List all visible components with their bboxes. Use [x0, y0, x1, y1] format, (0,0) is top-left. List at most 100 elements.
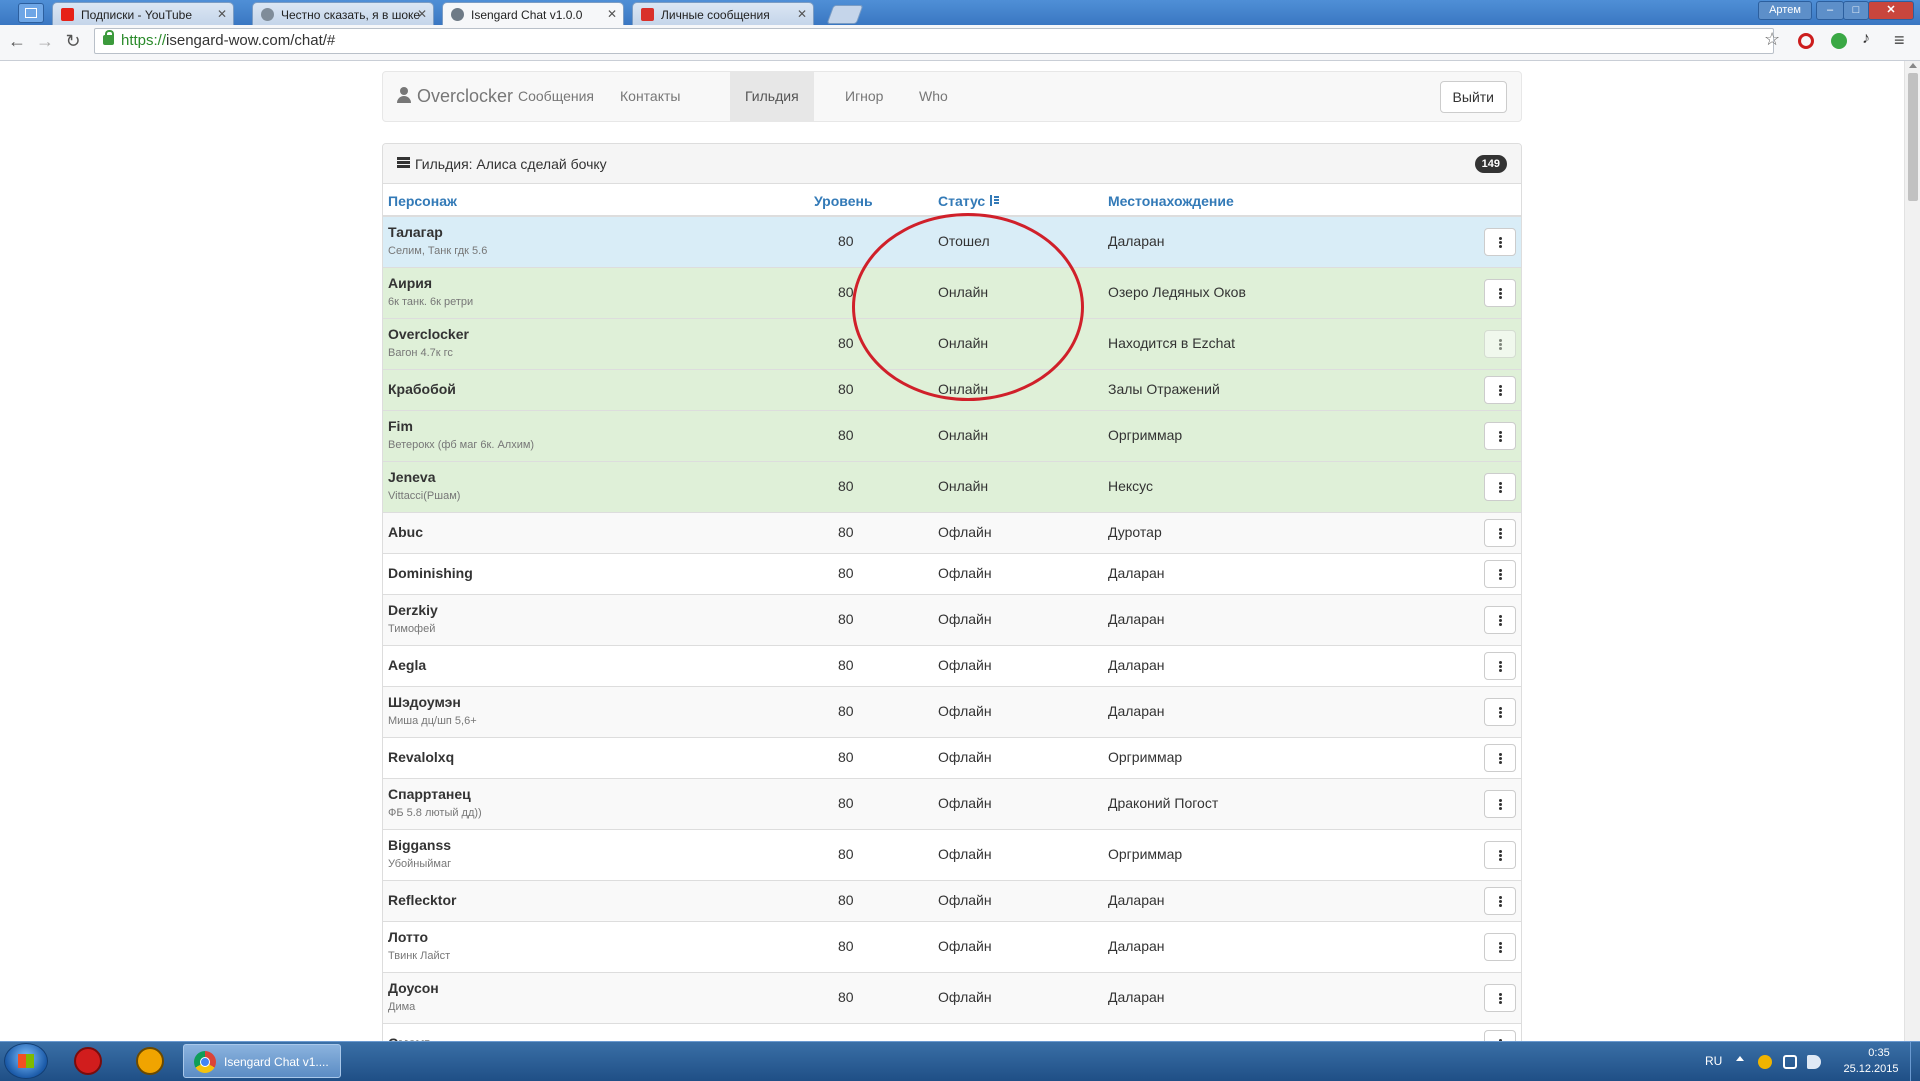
profile-button[interactable]: Артем — [1758, 1, 1812, 20]
opera-taskbar-icon[interactable] — [74, 1047, 102, 1075]
member-level: 80 — [838, 611, 854, 627]
tray-expand-icon[interactable] — [1736, 1056, 1744, 1061]
close-icon[interactable]: ✕ — [797, 7, 807, 21]
bookmark-star-icon[interactable]: ☆ — [1764, 29, 1780, 50]
panel-title: Гильдия: Алиса сделай бочку — [415, 156, 607, 172]
music-extension-icon[interactable]: ♪ — [1862, 30, 1878, 47]
row-actions-button[interactable] — [1484, 652, 1516, 680]
green-extension-icon[interactable] — [1831, 33, 1847, 49]
forward-arrow-icon[interactable]: → — [34, 31, 56, 52]
column-header-status[interactable]: Статус — [938, 193, 1000, 209]
row-actions-button[interactable] — [1484, 887, 1516, 915]
column-header-location[interactable]: Местонахождение — [1108, 193, 1234, 209]
tray-app-icon[interactable] — [1758, 1055, 1772, 1069]
clock-time[interactable]: 0:35 — [1854, 1047, 1904, 1059]
maximize-button[interactable]: □ — [1843, 1, 1869, 20]
row-actions-button[interactable] — [1484, 933, 1516, 961]
row-actions-button[interactable] — [1484, 1030, 1516, 1041]
nav-item-who[interactable]: Who — [904, 72, 963, 121]
member-name: Abuc — [388, 524, 423, 540]
chrome-task-button[interactable]: Isengard Chat v1.... — [183, 1044, 341, 1078]
row-actions-button[interactable] — [1484, 698, 1516, 726]
row-actions-button[interactable] — [1484, 330, 1516, 358]
member-level: 80 — [838, 989, 854, 1005]
start-button[interactable] — [4, 1043, 48, 1079]
member-location: Даларан — [1108, 703, 1165, 719]
row-actions-button[interactable] — [1484, 422, 1516, 450]
opera-extension-icon[interactable] — [1798, 33, 1814, 49]
new-tab-button[interactable] — [826, 5, 864, 24]
window-menu-button[interactable] — [18, 3, 44, 23]
lock-icon — [103, 30, 114, 45]
more-vertical-icon — [1499, 528, 1502, 531]
row-actions-button[interactable] — [1484, 790, 1516, 818]
row-actions-button[interactable] — [1484, 841, 1516, 869]
aimp-taskbar-icon[interactable] — [136, 1047, 164, 1075]
clock-date[interactable]: 25.12.2015 — [1836, 1063, 1906, 1075]
row-actions-button[interactable] — [1484, 744, 1516, 772]
member-note: Ветерокх (фб маг 6к. Алхим) — [388, 439, 535, 451]
scrollbar-thumb[interactable] — [1908, 73, 1918, 201]
volume-icon[interactable] — [1807, 1055, 1821, 1069]
brand-user[interactable]: Overclocker — [397, 86, 513, 107]
nav-item-contacts[interactable]: Контакты — [605, 72, 695, 121]
column-header-name[interactable]: Персонаж — [388, 193, 457, 209]
member-level: 80 — [838, 892, 854, 908]
tab-isengard-chat[interactable]: Isengard Chat v1.0.0 ✕ — [442, 2, 624, 25]
table-row: Доусон Дима 80 Офлайн Даларан — [383, 973, 1521, 1024]
member-status: Офлайн — [938, 795, 992, 811]
tab-article[interactable]: Честно сказать, я в шоке ✕ — [252, 2, 434, 25]
page-scrollbar[interactable] — [1904, 61, 1920, 1041]
browser-tab-strip: Подписки - YouTube ✕ Честно сказать, я в… — [0, 0, 1920, 25]
row-actions-button[interactable] — [1484, 519, 1516, 547]
row-actions-button[interactable] — [1484, 376, 1516, 404]
tab-youtube[interactable]: Подписки - YouTube ✕ — [52, 2, 234, 25]
reload-icon[interactable]: ↻ — [62, 31, 84, 52]
table-row: Revalolxq 80 Офлайн Оргриммар — [383, 738, 1521, 779]
scroll-up-arrow-icon[interactable] — [1909, 63, 1917, 68]
more-vertical-icon — [1499, 850, 1502, 853]
close-window-button[interactable]: ✕ — [1868, 1, 1914, 20]
close-icon[interactable]: ✕ — [217, 7, 227, 21]
table-row: Dominishing 80 Офлайн Даларан — [383, 554, 1521, 595]
close-icon[interactable]: ✕ — [417, 7, 427, 21]
member-location: Даларан — [1108, 892, 1165, 908]
nav-item-guild[interactable]: Гильдия — [730, 72, 814, 121]
member-location: Озеро Ледяных Оков — [1108, 284, 1246, 300]
url-text: isengard-wow.com/chat/# — [166, 32, 336, 49]
show-desktop-button[interactable] — [1910, 1042, 1920, 1081]
member-level: 80 — [838, 749, 854, 765]
language-indicator[interactable]: RU — [1705, 1054, 1722, 1068]
tab-private-messages[interactable]: Личные сообщения ✕ — [632, 2, 814, 25]
close-icon[interactable]: ✕ — [607, 7, 617, 21]
tab-label: Isengard Chat v1.0.0 — [471, 8, 583, 22]
member-location: Даларан — [1108, 657, 1165, 673]
more-vertical-icon — [1499, 753, 1502, 756]
hamburger-menu-icon[interactable]: ≡ — [1894, 30, 1905, 51]
nav-item-ignore[interactable]: Игнор — [830, 72, 898, 121]
address-bar[interactable]: https://isengard-wow.com/chat/# — [94, 28, 1774, 54]
network-icon[interactable] — [1783, 1055, 1797, 1069]
member-name: Derzkiy — [388, 602, 438, 618]
member-location: Нексус — [1108, 478, 1154, 494]
row-actions-button[interactable] — [1484, 560, 1516, 588]
back-arrow-icon[interactable]: ← — [6, 31, 28, 52]
member-location: Находится в Ezchat — [1108, 335, 1236, 351]
member-name: Revalolxq — [388, 749, 455, 765]
member-status: Онлайн — [938, 427, 989, 443]
row-actions-button[interactable] — [1484, 228, 1516, 256]
member-level: 80 — [838, 233, 854, 249]
member-location: Даларан — [1108, 565, 1165, 581]
nav-item-messages[interactable]: Сообщения — [503, 72, 609, 121]
more-vertical-icon — [1499, 707, 1502, 710]
row-actions-button[interactable] — [1484, 984, 1516, 1012]
member-name: Спарртанец — [388, 786, 471, 802]
row-actions-button[interactable] — [1484, 473, 1516, 501]
row-actions-button[interactable] — [1484, 279, 1516, 307]
member-level: 80 — [838, 795, 854, 811]
column-header-level[interactable]: Уровень — [814, 193, 873, 209]
row-actions-button[interactable] — [1484, 606, 1516, 634]
logout-button[interactable]: Выйти — [1439, 81, 1507, 113]
minimize-button[interactable]: – — [1816, 1, 1844, 20]
table-row: Derzkiy Тимофей 80 Офлайн Даларан — [383, 595, 1521, 646]
